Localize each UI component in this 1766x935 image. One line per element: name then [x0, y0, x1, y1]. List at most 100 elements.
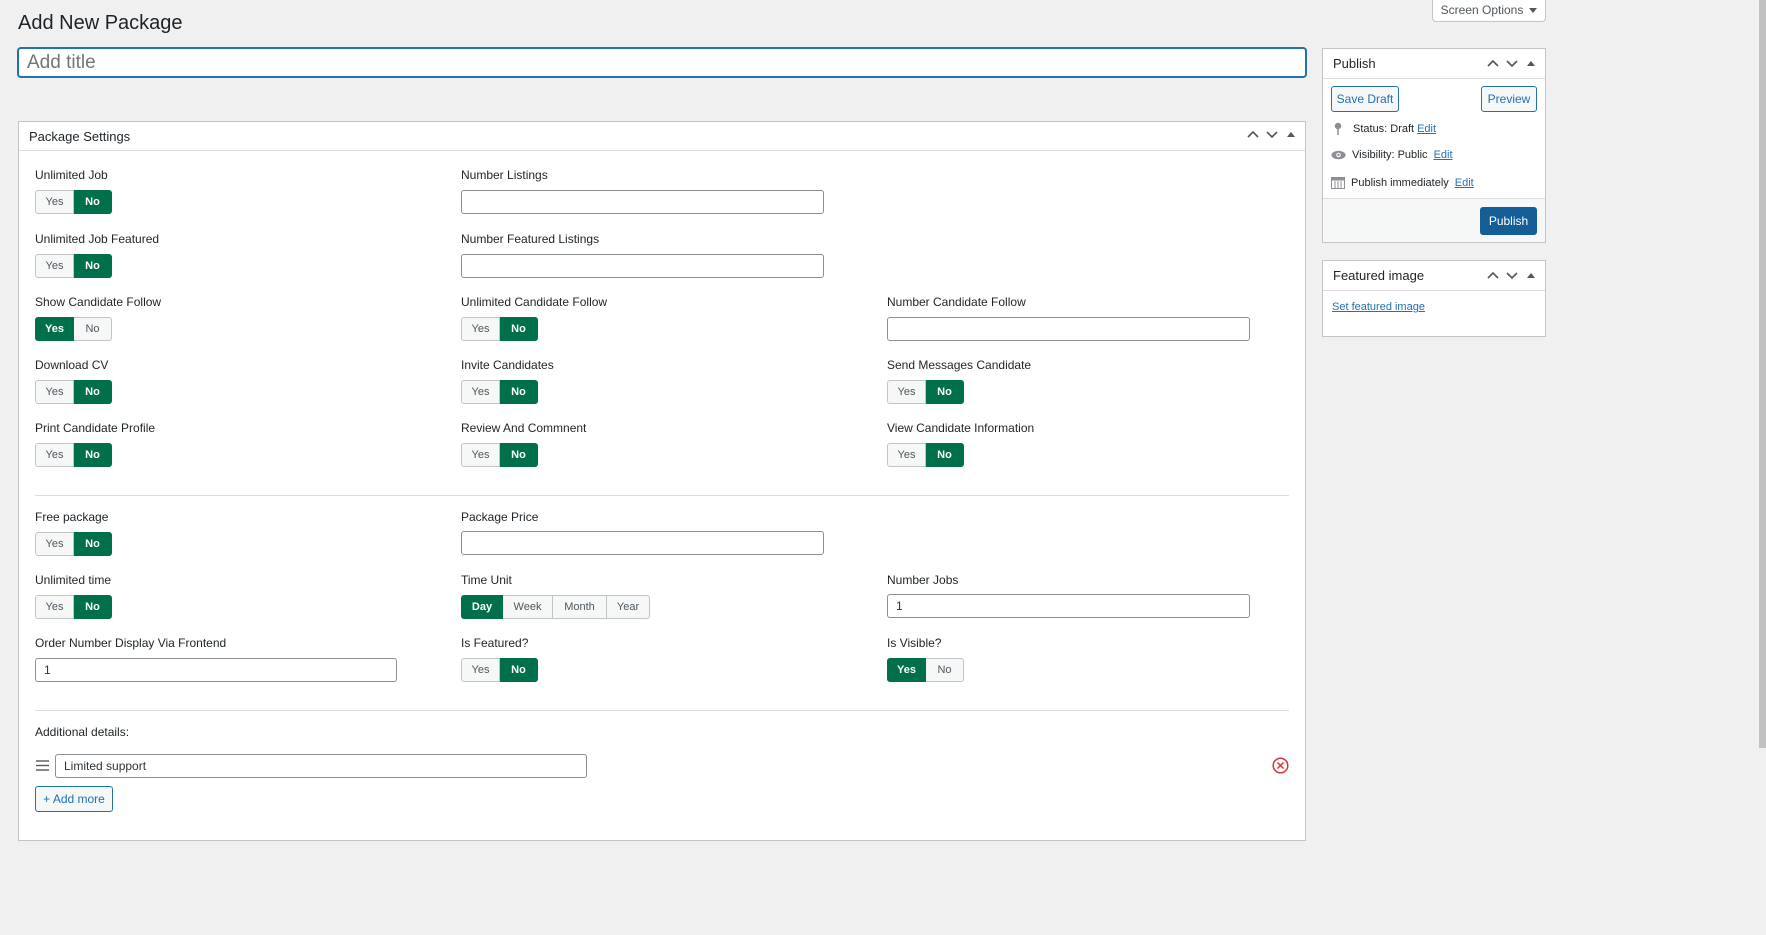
additional-details-label: Additional details: [35, 725, 130, 739]
unlimited-job-featured-no[interactable]: No [74, 254, 112, 278]
download-cv-no[interactable]: No [74, 380, 112, 404]
collapse-icon[interactable] [1525, 269, 1537, 281]
move-up-icon[interactable] [1487, 269, 1499, 281]
review-and-comment-yes[interactable]: Yes [461, 443, 500, 467]
time-unit-week[interactable]: Week [503, 595, 553, 619]
send-messages-candidate-label: Send Messages Candidate [887, 358, 1032, 372]
page-title: Add New Package [18, 12, 183, 34]
unlimited-time-yes[interactable]: Yes [35, 595, 74, 619]
order-number-label: Order Number Display Via Frontend [35, 636, 227, 650]
collapse-icon[interactable] [1285, 128, 1297, 140]
is-featured-toggle[interactable]: Yes No [461, 658, 538, 682]
unlimited-job-yes[interactable]: Yes [35, 190, 74, 214]
number-featured-listings-input[interactable] [461, 254, 824, 278]
additional-detail-input[interactable]: Limited support [55, 754, 587, 778]
set-featured-image-link[interactable]: Set featured image [1332, 301, 1425, 313]
number-jobs-input[interactable]: 1 [887, 594, 1250, 618]
move-down-icon[interactable] [1506, 269, 1518, 281]
unlimited-candidate-follow-yes[interactable]: Yes [461, 317, 500, 341]
view-candidate-information-no[interactable]: No [926, 443, 964, 467]
calendar-icon [1331, 177, 1345, 189]
review-and-comment-no[interactable]: No [500, 443, 538, 467]
title-input[interactable] [18, 48, 1306, 77]
unlimited-candidate-follow-label: Unlimited Candidate Follow [461, 295, 608, 309]
publish-date-label: Publish [1351, 176, 1388, 189]
print-candidate-profile-no[interactable]: No [74, 443, 112, 467]
collapse-icon[interactable] [1525, 57, 1537, 69]
unlimited-job-featured-label: Unlimited Job Featured [35, 232, 160, 246]
status-edit-link[interactable]: Edit [1417, 123, 1436, 135]
package-price-label: Package Price [461, 510, 539, 524]
unlimited-job-featured-toggle[interactable]: Yes No [35, 254, 112, 278]
publish-header: Publish [1323, 49, 1545, 79]
is-featured-label: Is Featured? [461, 636, 529, 650]
download-cv-yes[interactable]: Yes [35, 380, 74, 404]
show-candidate-follow-yes[interactable]: Yes [35, 317, 74, 341]
free-package-no[interactable]: No [74, 532, 112, 556]
unlimited-candidate-follow-no[interactable]: No [500, 317, 538, 341]
free-package-toggle[interactable]: Yes No [35, 532, 112, 556]
page-scrollbar[interactable] [1759, 0, 1766, 748]
review-and-comment-toggle[interactable]: Yes No [461, 443, 538, 467]
download-cv-toggle[interactable]: Yes No [35, 380, 112, 404]
print-candidate-profile-yes[interactable]: Yes [35, 443, 74, 467]
unlimited-candidate-follow-toggle[interactable]: Yes No [461, 317, 538, 341]
is-visible-label: Is Visible? [887, 636, 942, 650]
unlimited-job-featured-yes[interactable]: Yes [35, 254, 74, 278]
time-unit-selector[interactable]: Day Week Month Year [461, 595, 650, 619]
eye-icon [1331, 150, 1346, 160]
print-candidate-profile-label: Print Candidate Profile [35, 421, 156, 435]
time-unit-month[interactable]: Month [553, 595, 607, 619]
time-unit-year[interactable]: Year [607, 595, 650, 619]
visibility-edit-link[interactable]: Edit [1434, 149, 1453, 161]
unlimited-time-no[interactable]: No [74, 595, 112, 619]
free-package-yes[interactable]: Yes [35, 532, 74, 556]
is-featured-no[interactable]: No [500, 658, 538, 682]
unlimited-job-label: Unlimited Job [35, 168, 108, 182]
screen-options-button[interactable]: Screen Options [1432, 0, 1546, 22]
publish-button[interactable]: Publish [1480, 207, 1537, 235]
time-unit-day[interactable]: Day [461, 595, 503, 619]
send-messages-candidate-toggle[interactable]: Yes No [887, 380, 964, 404]
drag-handle-icon[interactable] [36, 760, 49, 771]
number-listings-input[interactable] [461, 190, 824, 214]
unlimited-job-no[interactable]: No [74, 190, 112, 214]
remove-item-icon[interactable] [1272, 757, 1289, 774]
preview-button[interactable]: Preview [1481, 86, 1537, 112]
publish-date-value: immediately [1390, 176, 1449, 189]
number-candidate-follow-input[interactable] [887, 317, 1250, 341]
print-candidate-profile-toggle[interactable]: Yes No [35, 443, 112, 467]
move-down-icon[interactable] [1506, 57, 1518, 69]
move-up-icon[interactable] [1247, 128, 1259, 140]
view-candidate-information-yes[interactable]: Yes [887, 443, 926, 467]
review-and-comment-label: Review And Commnent [461, 421, 587, 435]
invite-candidates-no[interactable]: No [500, 380, 538, 404]
show-candidate-follow-no[interactable]: No [74, 317, 112, 341]
package-price-input[interactable] [461, 531, 824, 555]
invite-candidates-toggle[interactable]: Yes No [461, 380, 538, 404]
visibility-label: Visibility: [1352, 149, 1395, 161]
package-settings-box: Package Settings [18, 121, 1306, 841]
publish-date-edit-link[interactable]: Edit [1455, 177, 1474, 189]
number-listings-label: Number Listings [461, 168, 548, 182]
move-up-icon[interactable] [1487, 57, 1499, 69]
pin-icon [1334, 122, 1342, 135]
move-down-icon[interactable] [1266, 128, 1278, 140]
view-candidate-information-toggle[interactable]: Yes No [887, 443, 964, 467]
package-settings-title: Package Settings [29, 128, 131, 144]
send-messages-candidate-yes[interactable]: Yes [887, 380, 926, 404]
is-visible-toggle[interactable]: Yes No [887, 658, 964, 682]
unlimited-time-toggle[interactable]: Yes No [35, 595, 112, 619]
is-visible-no[interactable]: No [926, 658, 964, 682]
is-visible-yes[interactable]: Yes [887, 658, 926, 682]
order-number-input[interactable]: 1 [35, 658, 397, 682]
is-featured-yes[interactable]: Yes [461, 658, 500, 682]
status-value: Draft [1390, 123, 1415, 135]
unlimited-time-label: Unlimited time [35, 573, 112, 587]
save-draft-button[interactable]: Save Draft [1331, 86, 1399, 112]
unlimited-job-toggle[interactable]: Yes No [35, 190, 112, 214]
invite-candidates-yes[interactable]: Yes [461, 380, 500, 404]
send-messages-candidate-no[interactable]: No [926, 380, 964, 404]
show-candidate-follow-toggle[interactable]: Yes No [35, 317, 112, 341]
add-more-button[interactable]: + Add more [35, 786, 113, 812]
